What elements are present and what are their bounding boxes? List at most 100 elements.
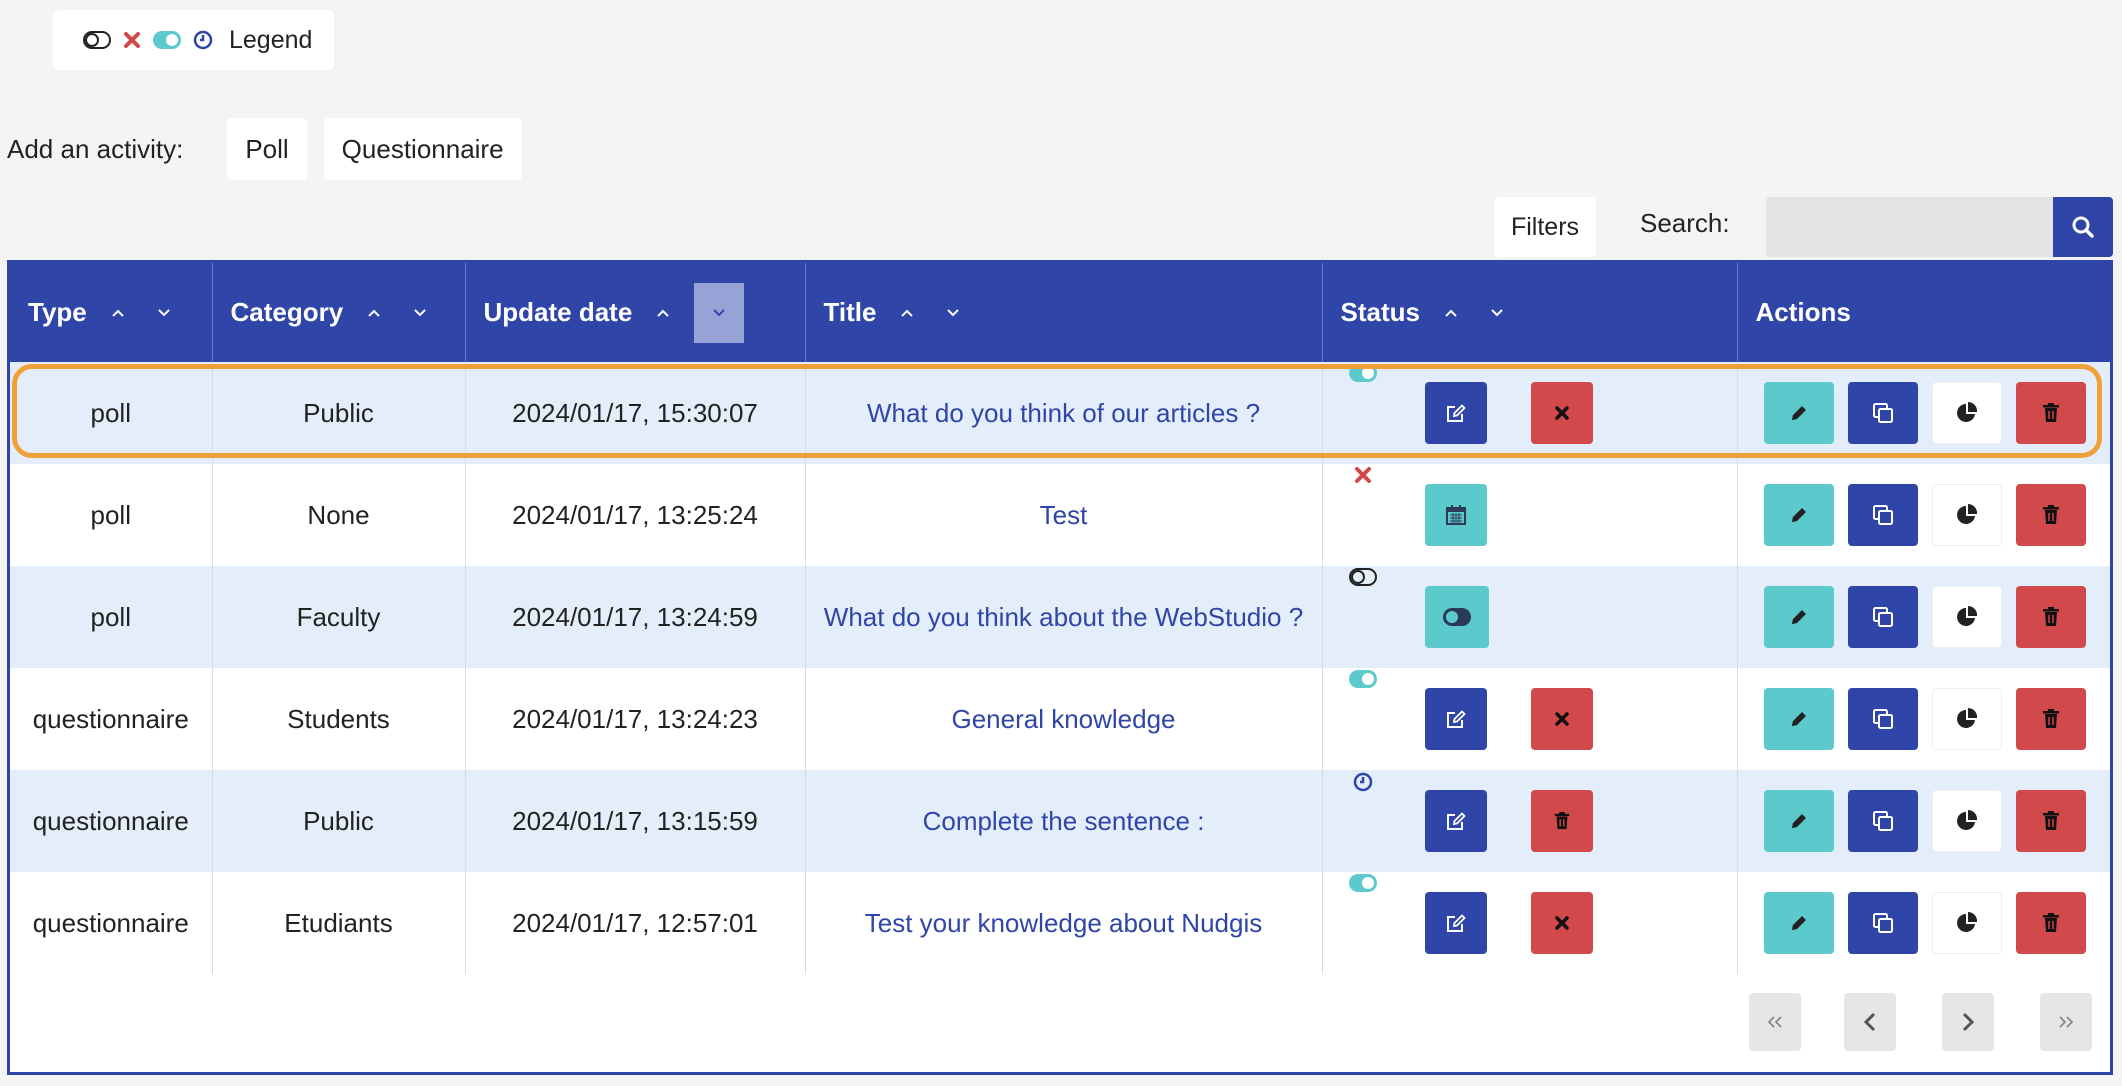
copy-icon: [1872, 607, 1893, 627]
edit-button[interactable]: [1763, 586, 1834, 648]
cell-type: questionnaire: [10, 872, 213, 974]
table-header-row: Type Category Update date Title Status A…: [10, 263, 2110, 362]
cell-title-link[interactable]: What do you think about the WebStudio ?: [805, 566, 1323, 668]
duplicate-button[interactable]: [1847, 790, 1918, 852]
sort-asc-icon[interactable]: [1436, 298, 1466, 328]
cell-title-link[interactable]: Complete the sentence :: [805, 770, 1323, 872]
delete-button[interactable]: [2015, 688, 2086, 750]
search-label: Search:: [1640, 208, 1730, 238]
delete-button[interactable]: [2015, 382, 2086, 444]
sort-desc-active-icon[interactable]: [694, 282, 745, 343]
edit-button[interactable]: [1763, 892, 1834, 954]
sort-desc-icon[interactable]: [938, 298, 968, 328]
cell-status: [1322, 668, 1738, 770]
cell-status: [1322, 362, 1738, 464]
sort-asc-icon[interactable]: [103, 298, 133, 328]
table-row: questionnaire Students 2024/01/17, 13:24:2…: [10, 668, 2110, 770]
sort-desc-icon[interactable]: [405, 298, 435, 328]
cell-type: poll: [10, 362, 213, 464]
filters-button[interactable]: Filters: [1494, 197, 1596, 257]
activities-table: Type Category Update date Title Status A…: [7, 260, 2113, 1075]
stats-button[interactable]: [1931, 892, 2002, 954]
status-icon: [1343, 874, 1383, 892]
edit-button[interactable]: [1763, 688, 1834, 750]
cell-title-link[interactable]: Test your knowledge about Nudgis: [805, 872, 1323, 974]
stats-button[interactable]: [1931, 484, 2002, 546]
trash-icon: [2042, 709, 2059, 728]
duplicate-button[interactable]: [1847, 484, 1918, 546]
sort-desc-icon[interactable]: [149, 298, 179, 328]
duplicate-button[interactable]: [1847, 382, 1918, 444]
add-activity-label: Add an activity:: [7, 133, 184, 164]
publish-toggle-button[interactable]: [1424, 586, 1489, 648]
cell-title-link[interactable]: Test: [805, 464, 1323, 566]
prev-page-button[interactable]: [1844, 993, 1896, 1051]
add-poll-button[interactable]: Poll: [227, 118, 307, 180]
stats-button[interactable]: [1931, 382, 2002, 444]
search-button[interactable]: [2053, 197, 2113, 257]
sort-asc-icon[interactable]: [648, 298, 678, 328]
stats-button[interactable]: [1931, 790, 2002, 852]
sort-asc-icon[interactable]: [892, 298, 922, 328]
copy-icon: [1872, 811, 1893, 831]
cell-type: questionnaire: [10, 668, 213, 770]
unpublish-button[interactable]: [1530, 688, 1593, 750]
cell-category: Faculty: [212, 566, 466, 668]
delete-button[interactable]: [2015, 892, 2086, 954]
last-page-button[interactable]: [2040, 993, 2092, 1051]
cell-category: Etudiants: [212, 872, 466, 974]
unpublish-button[interactable]: [1530, 892, 1593, 954]
edit-button[interactable]: [1763, 382, 1834, 444]
edit-button[interactable]: [1763, 484, 1834, 546]
cell-title-link[interactable]: What do you think of our articles ?: [805, 362, 1323, 464]
cell-category: Students: [212, 668, 466, 770]
duplicate-button[interactable]: [1847, 586, 1918, 648]
pencil-icon: [1791, 712, 1806, 726]
cell-update-date: 2024/01/17, 12:57:01: [465, 872, 806, 974]
status-icon: [1343, 568, 1383, 586]
edit-status-button[interactable]: [1424, 688, 1487, 750]
edit-status-button[interactable]: [1424, 790, 1487, 852]
next-page-button[interactable]: [1942, 993, 1994, 1051]
edit-button[interactable]: [1763, 790, 1834, 852]
toggle-on-icon: [1348, 874, 1377, 892]
sort-asc-icon[interactable]: [359, 298, 389, 328]
stats-button[interactable]: [1931, 586, 2002, 648]
prev-page-icon: [1863, 1012, 1876, 1032]
cell-status: [1322, 566, 1738, 668]
cell-title-link[interactable]: General knowledge: [805, 668, 1323, 770]
copy-icon: [1872, 403, 1893, 423]
schedule-button[interactable]: [1424, 484, 1487, 546]
cell-actions: [1737, 464, 2110, 566]
clock-icon: [1353, 772, 1372, 792]
delete-button[interactable]: [2015, 484, 2086, 546]
edit-status-button[interactable]: [1424, 382, 1487, 444]
pie-chart-icon: [1956, 911, 1977, 932]
column-label-title: Title: [823, 297, 877, 327]
edit-status-button[interactable]: [1424, 892, 1487, 954]
duplicate-button[interactable]: [1847, 688, 1918, 750]
first-page-button[interactable]: [1749, 993, 1801, 1051]
cancel-schedule-button[interactable]: [1530, 790, 1593, 852]
delete-button[interactable]: [2015, 790, 2086, 852]
add-questionnaire-button[interactable]: Questionnaire: [323, 118, 522, 180]
toggle-off-icon: [83, 31, 111, 49]
sort-desc-icon[interactable]: [1482, 298, 1512, 328]
search-input[interactable]: [1766, 197, 2054, 257]
delete-button[interactable]: [2015, 586, 2086, 648]
search-icon: [2072, 216, 2094, 238]
duplicate-button[interactable]: [1847, 892, 1918, 954]
unpublish-button[interactable]: [1530, 382, 1593, 444]
cell-type: questionnaire: [10, 770, 213, 872]
table-row: poll None 2024/01/17, 13:25:24 Test: [10, 464, 2110, 566]
close-icon: [1554, 712, 1569, 726]
pencil-icon: [1791, 406, 1806, 420]
trash-icon: [2042, 403, 2059, 422]
pencil-icon: [1791, 610, 1806, 624]
stats-button[interactable]: [1931, 688, 2002, 750]
edit-icon: [1446, 710, 1466, 728]
cell-update-date: 2024/01/17, 13:15:59: [465, 770, 806, 872]
cell-actions: [1737, 872, 2110, 974]
cell-status: [1322, 872, 1738, 974]
copy-icon: [1872, 913, 1893, 933]
